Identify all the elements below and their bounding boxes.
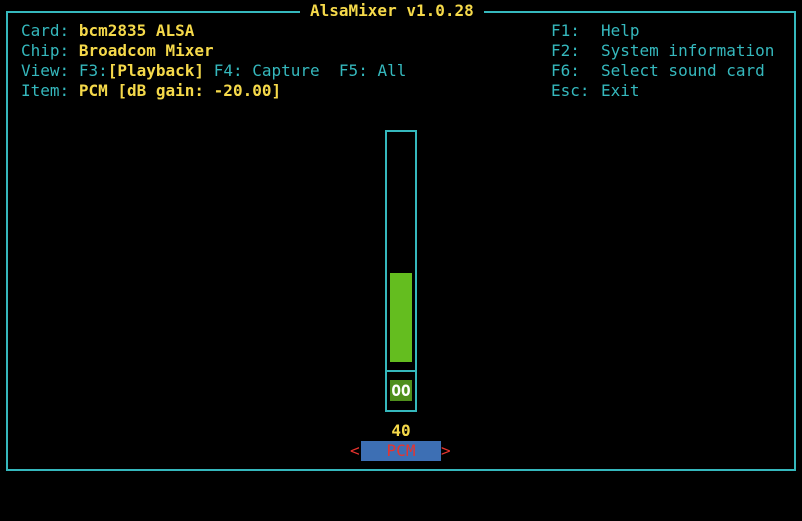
help-label: System information <box>601 41 775 60</box>
item-info: Item: PCM [dB gain: -20.00] <box>21 81 281 101</box>
item-label: Item: <box>21 81 70 100</box>
help-label: Help <box>601 21 640 40</box>
window-title: AlsaMixer v1.0.28 <box>300 1 484 21</box>
card-value: bcm2835 ALSA <box>78 21 195 40</box>
help-key: F6: <box>551 61 580 80</box>
view-all-option[interactable]: F5: All <box>339 61 406 80</box>
volume-slider[interactable] <box>390 140 412 362</box>
help-item-system-info[interactable]: F2: System information <box>551 41 774 61</box>
help-key: F2: <box>551 41 580 60</box>
help-key: Esc: <box>551 81 590 100</box>
volume-level-bar <box>390 273 412 362</box>
control-divider <box>385 370 417 372</box>
item-value: PCM [dB gain: -20.00] <box>78 81 282 100</box>
chip-label: Chip: <box>21 41 70 60</box>
channel-name[interactable]: PCM <box>361 441 441 461</box>
left-arrow-icon: < <box>350 441 360 460</box>
help-key: F1: <box>551 21 580 40</box>
channel-selector[interactable]: < PCM > <box>350 441 451 461</box>
help-item-select-card[interactable]: F6: Select sound card <box>551 61 765 81</box>
card-label: Card: <box>21 21 70 40</box>
mute-toggle[interactable]: OO <box>390 380 412 401</box>
help-label: Select sound card <box>601 61 765 80</box>
view-info: View: F3:[Playback] F4: Capture F5: All <box>21 61 406 81</box>
view-f3-key[interactable]: F3: <box>79 61 108 80</box>
chip-value: Broadcom Mixer <box>78 41 214 60</box>
help-label: Exit <box>601 81 640 100</box>
chip-info: Chip: Broadcom Mixer <box>21 41 214 61</box>
right-arrow-icon: > <box>441 441 451 460</box>
view-capture-option[interactable]: F4: Capture <box>214 61 320 80</box>
card-info: Card: bcm2835 ALSA <box>21 21 194 41</box>
help-item-help[interactable]: F1: Help <box>551 21 640 41</box>
view-playback-option[interactable]: [Playback] <box>108 61 204 80</box>
volume-value: 40 <box>391 421 411 440</box>
help-item-exit[interactable]: Esc: Exit <box>551 81 640 101</box>
view-label: View: <box>21 61 70 80</box>
